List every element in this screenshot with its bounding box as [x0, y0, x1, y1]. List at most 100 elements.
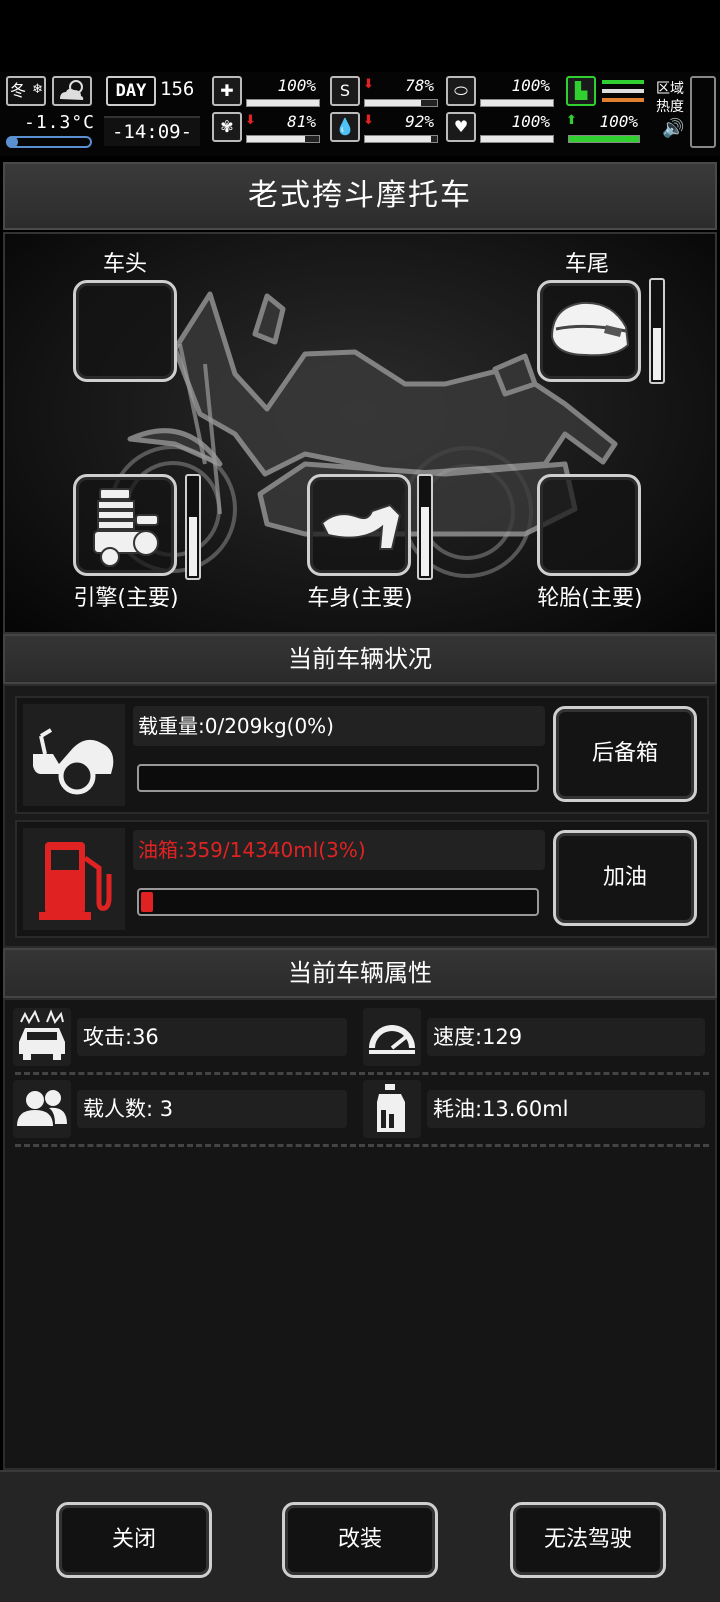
stat-bar-fill — [481, 136, 553, 142]
stat-bar — [568, 135, 640, 143]
water-drop-icon: 💧 — [330, 112, 360, 142]
stat-bar — [364, 135, 438, 143]
stat-bar — [480, 99, 554, 107]
rear-durability-bar — [649, 278, 665, 384]
season-label: 冬 — [10, 81, 27, 100]
tire-part-slot[interactable] — [537, 474, 641, 576]
fuel-pump-icon — [23, 828, 125, 930]
vehicle-title-bar: 老式挎斗摩托车 — [3, 162, 717, 230]
speedometer-icon — [363, 1008, 421, 1066]
drive-button[interactable]: 无法驾驶 — [510, 1502, 666, 1578]
stat-value: 100% — [511, 76, 550, 95]
load-row: 载重量:0/209kg(0%) 后备箱 — [15, 696, 709, 814]
people-icon — [13, 1080, 71, 1138]
down-arrow-icon: ⬇ — [363, 77, 374, 92]
fuel-consumption-label: 耗油:13.60ml — [427, 1090, 705, 1128]
status-section-header: 当前车辆状况 — [3, 634, 717, 684]
refuel-button[interactable]: 加油 — [553, 830, 697, 926]
temperature-value: -1.3°C — [24, 112, 96, 133]
heart-icon: ♥ — [446, 112, 476, 142]
durability-fill — [421, 506, 429, 576]
trunk-button[interactable]: 后备箱 — [553, 706, 697, 802]
mood-stat[interactable]: ♥ 100% — [446, 112, 558, 146]
durability-fill — [189, 516, 197, 576]
stat-value: 78% — [405, 76, 434, 95]
load-progress-bar — [137, 764, 539, 792]
stat-bar — [364, 99, 438, 107]
body-part-label: 车身(主要) — [307, 586, 413, 611]
front-part-slot[interactable] — [73, 280, 177, 382]
hunger-stat[interactable]: Ѕ ⬇ 78% — [330, 76, 442, 110]
down-arrow-icon: ⬇ — [245, 113, 256, 128]
stat-value: 81% — [287, 112, 316, 131]
vehicle-parts-panel: 车头 车尾 引擎(主要) 车身(主要) 轮胎(主要) — [3, 232, 717, 634]
stat-bar — [246, 99, 320, 107]
vehicle-status-panel: 载重量:0/209kg(0%) 后备箱 油箱:359/14340ml(3%) 加… — [3, 684, 717, 948]
rear-part-label: 车尾 — [564, 252, 609, 277]
stat-bar-fill — [247, 100, 319, 106]
immunity-stat[interactable]: ⬭ 100% — [446, 76, 558, 110]
stat-bar-fill — [365, 136, 432, 142]
close-button[interactable]: 关闭 — [56, 1502, 212, 1578]
status-section-title: 当前车辆状况 — [288, 645, 432, 673]
page-title: 老式挎斗摩托车 — [248, 178, 472, 213]
engine-part-label: 引擎(主要) — [73, 586, 179, 611]
engine-icon — [93, 488, 159, 567]
day-counter: 156 — [160, 78, 195, 100]
engine-part-slot[interactable] — [73, 474, 177, 576]
rear-part-slot[interactable] — [537, 280, 641, 382]
status-hud: 冬 ❄ -1.3°C DAY 156 -14:09- ✚ 100% Ѕ ⬇ 78… — [0, 72, 720, 156]
weather-cloudy-sun-icon — [52, 76, 92, 106]
speed-label: 速度:129 — [427, 1018, 705, 1056]
snowflake-icon: ❄ — [32, 82, 43, 97]
stat-value: 92% — [405, 112, 434, 131]
motorcycle-body-icon — [320, 503, 402, 550]
attributes-section-title: 当前车辆属性 — [288, 959, 432, 987]
attributes-section-header: 当前车辆属性 — [3, 948, 717, 998]
season-indicator: 冬 ❄ — [6, 76, 46, 106]
durability-fill — [653, 327, 661, 380]
sanity-stat[interactable]: ✾ ⬇ 81% — [212, 112, 324, 146]
modify-button[interactable]: 改装 — [282, 1502, 438, 1578]
medkit-icon: ✚ — [212, 76, 242, 106]
vehicle-attributes-panel: 攻击:36 速度:129 载人数: 3 耗油:13.60ml — [3, 998, 717, 1470]
thirst-stat[interactable]: 💧 ⬇ 92% — [330, 112, 442, 146]
stat-value: 100% — [277, 76, 316, 95]
stat-value: 100% — [599, 112, 638, 131]
region-heat-label: 区域热度 — [656, 81, 684, 115]
stat-bar-fill — [247, 136, 306, 142]
health-stat[interactable]: ✚ 100% — [212, 76, 324, 110]
fuel-progress-bar — [137, 888, 539, 916]
brain-icon: ✾ — [212, 112, 242, 142]
up-arrow-icon: ⬆ — [566, 113, 577, 128]
sidecar-icon — [23, 704, 125, 806]
rear-trunk-box-icon — [550, 301, 630, 357]
down-arrow-icon: ⬇ — [363, 113, 374, 128]
thermometer-icon — [6, 136, 92, 148]
attribute-divider — [15, 1144, 709, 1147]
passengers-attribute: 载人数: 3 — [13, 1080, 353, 1140]
fuel-progress-fill — [141, 892, 153, 912]
body-durability-bar — [417, 474, 433, 580]
engine-durability-bar — [185, 474, 201, 580]
stat-bar-fill — [365, 100, 422, 106]
body-part-slot[interactable] — [307, 474, 411, 576]
stat-bar-fill — [569, 136, 639, 142]
stat-bar — [480, 135, 554, 143]
bottom-action-bar: 关闭 改装 无法驾驶 — [0, 1470, 720, 1602]
fuel-row: 油箱:359/14340ml(3%) 加油 — [15, 820, 709, 938]
front-part-label: 车头 — [102, 252, 147, 277]
oil-bottle-icon — [363, 1080, 421, 1138]
fuel-consumption-attribute: 耗油:13.60ml — [363, 1080, 709, 1140]
day-badge: DAY — [106, 76, 156, 106]
speaker-icon[interactable]: 🔊 — [662, 118, 684, 139]
speed-attribute: 速度:129 — [363, 1008, 709, 1068]
fuel-label: 油箱:359/14340ml(3%) — [133, 830, 545, 870]
passengers-label: 载人数: 3 — [77, 1090, 347, 1128]
capsule-icon: ⬭ — [446, 76, 476, 106]
stomach-icon: Ѕ — [330, 76, 360, 106]
car-crash-icon — [13, 1008, 71, 1066]
stamina-indicator[interactable]: ▙ — [566, 76, 646, 110]
tire-part-label: 轮胎(主要) — [537, 586, 643, 611]
region-heat-meter — [690, 76, 716, 148]
